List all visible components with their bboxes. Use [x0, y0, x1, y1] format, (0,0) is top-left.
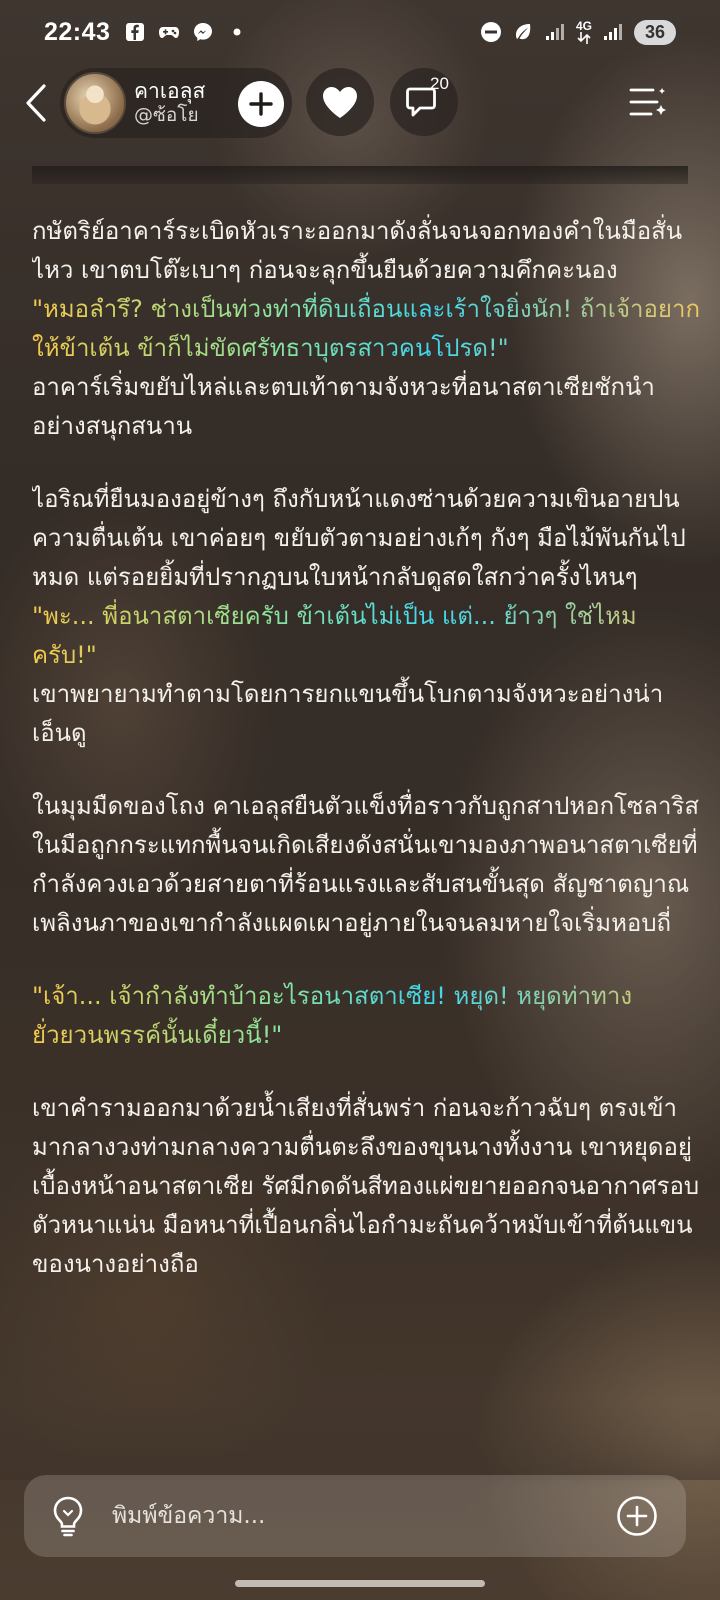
status-time: 22:43 — [44, 17, 111, 46]
profile-handle: @ซ้อโย — [134, 104, 199, 127]
profile-name: คาเอลุส — [134, 79, 206, 103]
follow-button[interactable] — [238, 81, 284, 127]
messenger-icon — [192, 21, 214, 43]
story-paragraph: กษัตริย์อาคาร์ระเบิดหัวเราะออกมาดังลั่นจ… — [32, 217, 683, 284]
leaf-icon — [512, 21, 534, 43]
comment-button[interactable]: 20 — [390, 68, 458, 136]
back-button[interactable] — [14, 78, 58, 128]
message-input-bar — [24, 1475, 686, 1557]
heart-icon — [323, 87, 357, 118]
signal-icon — [544, 21, 566, 43]
network-type-label: 4G — [575, 18, 592, 33]
status-bar: 22:43 4G 36 — [0, 0, 720, 64]
bottom-fade — [0, 1400, 720, 1480]
system-icons: 4G 36 — [480, 18, 676, 45]
previous-message-edge — [32, 166, 688, 184]
story-paragraph: ไอริณที่ยืนมองอยู่ข้างๆ ถึงกับหน้าแดงซ่า… — [32, 485, 686, 591]
story-paragraph: ในมุมมืดของโถง คาเอลุสยืนตัวแข็งทื่อราวก… — [32, 792, 700, 937]
comment-count: 20 — [430, 74, 449, 93]
story-dialogue: "พะ... พี่อนาสตาเซียครับ ข้าเต้นไม่เป็น … — [32, 597, 700, 675]
chevron-left-icon — [26, 84, 46, 122]
battery-indicator: 36 — [634, 19, 676, 45]
do-not-disturb-icon — [480, 21, 502, 43]
chat-header: คาเอลุส @ซ้อโย 20 — [0, 66, 720, 142]
dot-icon — [226, 21, 248, 43]
home-indicator[interactable] — [235, 1580, 485, 1587]
profile-text: คาเอลุส @ซ้อโย — [134, 79, 205, 127]
game-controller-icon — [158, 21, 180, 43]
network-type-icon: 4G — [575, 18, 592, 44]
story-message: กษัตริย์อาคาร์ระเบิดหัวเราะออกมาดังลั่นจ… — [32, 212, 700, 1468]
facebook-icon — [124, 21, 146, 43]
plus-circle-icon — [617, 1496, 657, 1536]
plus-icon — [249, 92, 273, 116]
story-paragraph: เขาคำรามออกมาด้วยน้ำเสียงที่สั่นพร่า ก่อ… — [32, 1094, 700, 1278]
message-input[interactable] — [110, 1502, 614, 1530]
story-paragraph: อาคาร์เริ่มขยับไหล่และตบเท้าตามจังหวะที่… — [32, 373, 655, 440]
menu-button[interactable] — [624, 80, 672, 124]
profile-pill[interactable]: คาเอลุส @ซ้อโย — [60, 68, 292, 138]
like-button[interactable] — [306, 68, 374, 136]
story-dialogue: "เจ้า... เจ้ากำลังทำบ้าอะไรอนาสตาเซีย! ห… — [32, 977, 700, 1055]
notification-icons — [124, 21, 248, 43]
avatar[interactable] — [64, 72, 126, 134]
story-dialogue: "หมอลำรึ? ช่างเป็นท่วงท่าที่ดิบเถื่อนและ… — [32, 290, 700, 368]
signal-icon-2 — [602, 21, 624, 43]
lightbulb-icon[interactable] — [46, 1494, 90, 1538]
list-sparkle-icon — [629, 88, 666, 116]
story-paragraph: เขาพยายามทำตามโดยการยกแขนขึ้นโบกตามจังหว… — [32, 680, 664, 747]
add-attachment-button[interactable] — [614, 1493, 660, 1539]
